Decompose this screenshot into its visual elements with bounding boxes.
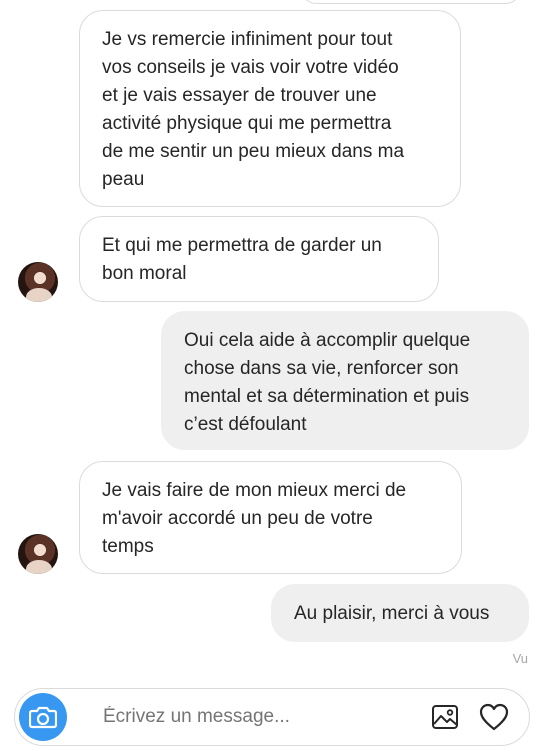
camera-icon [29, 706, 57, 729]
message-thread: Je vs remercie infiniment pour tout vos … [0, 0, 540, 756]
outgoing-message-bubble[interactable]: Au plaisir, merci à vous [271, 584, 529, 642]
contact-avatar[interactable] [18, 262, 58, 302]
message-input[interactable] [103, 706, 373, 728]
image-icon[interactable] [431, 703, 459, 731]
previous-message-fragment [300, 0, 522, 4]
heart-icon[interactable] [479, 703, 509, 731]
incoming-message-bubble[interactable]: Et qui me permettra de garder un bon mor… [79, 216, 439, 302]
message-composer [14, 688, 530, 746]
incoming-message-bubble[interactable]: Je vais faire de mon mieux merci de m'av… [79, 461, 462, 574]
seen-indicator: Vu [512, 651, 528, 666]
contact-avatar[interactable] [18, 534, 58, 574]
camera-button[interactable] [19, 693, 67, 741]
outgoing-message-bubble[interactable]: Oui cela aide à accomplir quelque chose … [161, 311, 529, 450]
incoming-message-bubble[interactable]: Je vs remercie infiniment pour tout vos … [79, 10, 461, 207]
